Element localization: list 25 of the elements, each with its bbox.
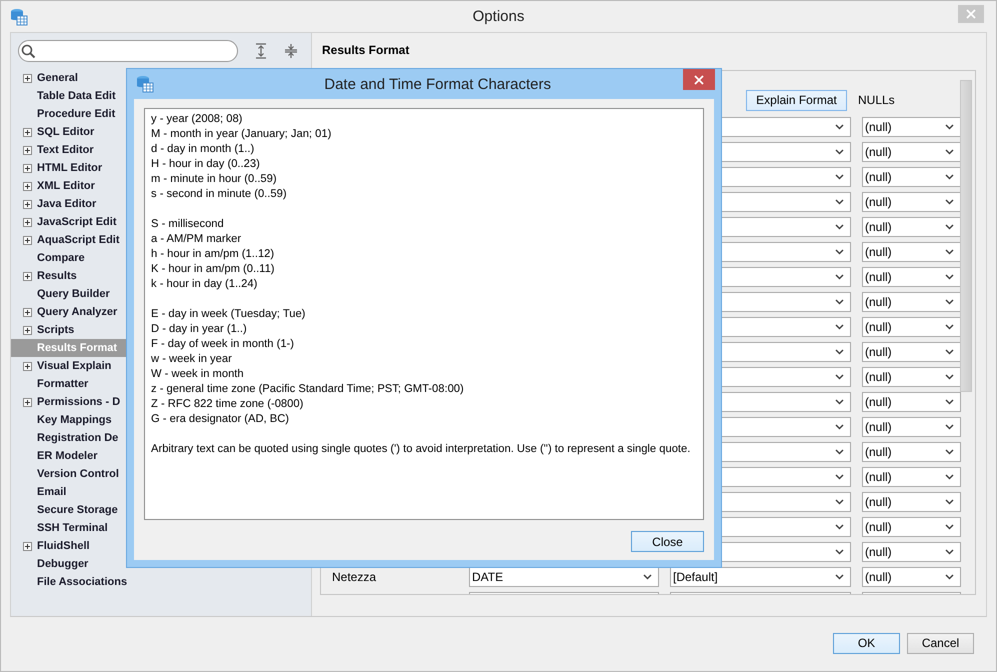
text-line: D - day in year (1..) (151, 322, 248, 337)
text-line: Z - RFC 822 time zone (-0800) (151, 397, 304, 412)
text-line: S - millisecond (151, 217, 225, 232)
text-line: M - month in year (January; Jan; 01) (151, 127, 332, 142)
text-line: y - year (2008; 08) (151, 112, 244, 127)
text-line: Arbitrary text can be quoted using single quotes (') to avoid interpretation. Use ('') to represent a single quote. (151, 442, 692, 457)
text-line: E - day in week (Tuesday; Tue) (151, 307, 306, 322)
text-line: a - AM/PM marker (151, 232, 242, 247)
text-line: h - hour in am/pm (1..12) (151, 247, 276, 262)
text-line: G - era designator (AD, BC) (151, 412, 290, 427)
column-header: NULLs (858, 93, 896, 107)
text-line: m - minute in hour (0..59) (151, 172, 278, 187)
row-label: Netezza (332, 570, 378, 584)
text-line: K - hour in am/pm (0..11) (151, 262, 276, 277)
text-line: w - week in year (151, 352, 233, 367)
text-line: k - hour in day (1..24) (151, 277, 258, 292)
text-line: z - general time zone (Pacific Standard Time; PST; GMT-08:00) (151, 382, 465, 397)
text-line: s - second in minute (0..59) (151, 187, 288, 202)
window-title: Options (472, 8, 526, 25)
text-line: F - day of week in month (1-) (151, 337, 296, 352)
text-line: d - day in month (1..) (151, 142, 256, 157)
panel-title: Results Format (321, 43, 410, 59)
text-line: W - week in month (151, 367, 245, 382)
text-line: H - hour in day (0..23) (151, 157, 261, 172)
dialog-title: Date and Time Format Characters (324, 76, 551, 92)
